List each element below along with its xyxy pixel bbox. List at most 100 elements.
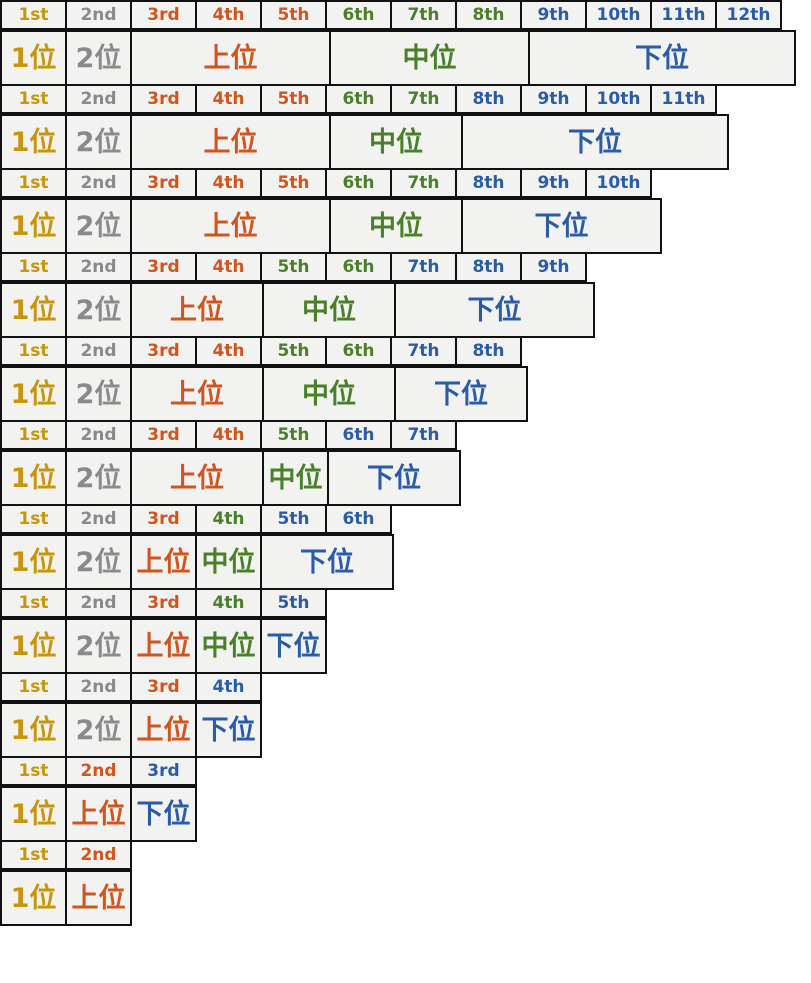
tier-cell: 中位 bbox=[195, 618, 262, 674]
ordinal-cell: 2nd bbox=[65, 420, 132, 450]
tier-cell: 1位 bbox=[0, 534, 67, 590]
ranking-block-4: 1st 2nd 3rd 4th 1位 2位 上位 下位 bbox=[0, 672, 811, 758]
ordinal-cell: 5th bbox=[260, 420, 327, 450]
ordinal-cell: 6th bbox=[325, 168, 392, 198]
ranking-block-10: 1st 2nd 3rd 4th 5th 6th 7th 8th 9th 10th 1位 2位 上位 中位下… bbox=[0, 168, 811, 254]
ranking-block-5: 1st 2nd 3rd 4th 5th 1位 2位 上位 中位 下位 bbox=[0, 588, 811, 674]
ranking-block-12: 1st 2nd 3rd 4th 5th 6th 7th 8th 9th 10th 11th 12th 1… bbox=[0, 0, 811, 86]
ordinal-cell: 1st bbox=[0, 756, 67, 786]
ordinal-cell: 5th bbox=[260, 252, 327, 282]
ranking-block-7: 1st 2nd 3rd 4th 5th 6th 7th 1位 2位 上位 中位 下位 bbox=[0, 420, 811, 506]
tier-body-row: 1位 2位 上位 中位 下位 bbox=[0, 534, 811, 590]
ordinal-header-row: 1st 2nd 3rd 4th 5th 6th 7th 8th bbox=[0, 336, 811, 366]
ordinal-cell: 8th bbox=[455, 336, 522, 366]
ordinal-cell: 5th bbox=[260, 588, 327, 618]
tier-body-row: 1位 上位 下位 bbox=[0, 786, 811, 842]
ordinal-cell: 3rd bbox=[130, 168, 197, 198]
tier-cell: 上位 bbox=[130, 282, 264, 338]
tier-body-row: 1位 2位 上位 下位 bbox=[0, 702, 811, 758]
ordinal-cell: 3rd bbox=[130, 0, 197, 30]
ordinal-cell: 1st bbox=[0, 840, 67, 870]
tier-body-row: 1位 2位 上位 中位 下位 bbox=[0, 198, 811, 254]
ordinal-cell: 4th bbox=[195, 672, 262, 702]
tier-cell: 中位 bbox=[262, 450, 329, 506]
tier-cell: 1位 bbox=[0, 870, 67, 926]
ordinal-cell: 2nd bbox=[65, 588, 132, 618]
ordinal-cell: 7th bbox=[390, 168, 457, 198]
ordinal-header-row: 1st 2nd 3rd 4th 5th 6th 7th bbox=[0, 420, 811, 450]
ordinal-cell: 1st bbox=[0, 168, 67, 198]
ordinal-cell: 6th bbox=[325, 504, 392, 534]
ordinal-cell: 7th bbox=[390, 252, 457, 282]
ordinal-cell: 3rd bbox=[130, 84, 197, 114]
ordinal-cell: 5th bbox=[260, 168, 327, 198]
tier-body-row: 1位 上位 bbox=[0, 870, 811, 926]
tier-cell: 2位 bbox=[65, 198, 132, 254]
tier-cell: 2位 bbox=[65, 366, 132, 422]
ordinal-header-row: 1st 2nd 3rd 4th 5th 6th bbox=[0, 504, 811, 534]
ordinal-cell: 9th bbox=[520, 168, 587, 198]
ordinal-cell: 4th bbox=[195, 84, 262, 114]
ordinal-cell: 11th bbox=[650, 84, 717, 114]
ordinal-header-row: 1st 2nd bbox=[0, 840, 811, 870]
tier-cell: 上位 bbox=[65, 786, 132, 842]
tier-cell: 1位 bbox=[0, 450, 67, 506]
ordinal-cell: 4th bbox=[195, 504, 262, 534]
tier-cell: 1位 bbox=[0, 114, 67, 170]
tier-cell: 下位 bbox=[130, 786, 197, 842]
ordinal-cell: 2nd bbox=[65, 504, 132, 534]
tier-body-row: 1位 2位 上位 中位 下位 bbox=[0, 366, 811, 422]
ordinal-cell: 1st bbox=[0, 420, 67, 450]
ordinal-cell: 9th bbox=[520, 252, 587, 282]
ordinal-cell: 5th bbox=[260, 0, 327, 30]
ordinal-cell: 4th bbox=[195, 420, 262, 450]
ordinal-cell: 2nd bbox=[65, 252, 132, 282]
ordinal-header-row: 1st 2nd 3rd 4th 5th 6th 7th 8th 9th bbox=[0, 252, 811, 282]
ordinal-cell: 7th bbox=[390, 84, 457, 114]
ordinal-cell: 6th bbox=[325, 84, 392, 114]
tier-cell: 下位 bbox=[195, 702, 262, 758]
ordinal-header-row: 1st 2nd 3rd 4th 5th bbox=[0, 588, 811, 618]
ordinal-header-row: 1st 2nd 3rd 4th 5th 6th 7th 8th 9th 10th 11th 12th bbox=[0, 0, 811, 30]
ranking-block-3: 1st 2nd 3rd 1位 上位 下位 bbox=[0, 756, 811, 842]
ranking-tier-chart: 1st 2nd 3rd 4th 5th 6th 7th 8th 9th 10th 11th 12th 1… bbox=[0, 0, 811, 983]
ordinal-cell: 3rd bbox=[130, 756, 197, 786]
tier-cell: 上位 bbox=[130, 366, 264, 422]
tier-cell: 中位 bbox=[329, 198, 463, 254]
tier-cell: 1位 bbox=[0, 786, 67, 842]
ordinal-header-row: 1st 2nd 3rd bbox=[0, 756, 811, 786]
ordinal-cell: 1st bbox=[0, 672, 67, 702]
ordinal-cell: 2nd bbox=[65, 168, 132, 198]
tier-cell: 下位 bbox=[394, 366, 528, 422]
ordinal-cell: 6th bbox=[325, 0, 392, 30]
tier-cell: 下位 bbox=[260, 618, 327, 674]
ordinal-cell: 5th bbox=[260, 504, 327, 534]
ordinal-header-row: 1st 2nd 3rd 4th 5th 6th 7th 8th 9th 10th bbox=[0, 168, 811, 198]
ordinal-cell: 8th bbox=[455, 0, 522, 30]
tier-cell: 2位 bbox=[65, 450, 132, 506]
tier-body-row: 1位 2位 上位 中位 下位 bbox=[0, 30, 811, 86]
ordinal-cell: 1st bbox=[0, 504, 67, 534]
tier-cell: 下位 bbox=[461, 198, 662, 254]
ordinal-cell: 12th bbox=[715, 0, 782, 30]
tier-cell: 中位 bbox=[195, 534, 262, 590]
tier-cell: 中位 bbox=[262, 282, 396, 338]
ordinal-cell: 3rd bbox=[130, 504, 197, 534]
ordinal-cell: 2nd bbox=[65, 336, 132, 366]
ordinal-cell: 3rd bbox=[130, 420, 197, 450]
tier-cell: 上位 bbox=[130, 198, 331, 254]
tier-cell: 上位 bbox=[130, 30, 331, 86]
ordinal-cell: 11th bbox=[650, 0, 717, 30]
ordinal-cell: 1st bbox=[0, 336, 67, 366]
tier-cell: 1位 bbox=[0, 198, 67, 254]
ordinal-cell: 6th bbox=[325, 252, 392, 282]
tier-cell: 中位 bbox=[329, 114, 463, 170]
ranking-block-9: 1st 2nd 3rd 4th 5th 6th 7th 8th 9th 1位 2位 上位 中位 下位 bbox=[0, 252, 811, 338]
tier-cell: 上位 bbox=[65, 870, 132, 926]
ordinal-cell: 10th bbox=[585, 84, 652, 114]
ordinal-cell: 7th bbox=[390, 336, 457, 366]
ordinal-header-row: 1st 2nd 3rd 4th bbox=[0, 672, 811, 702]
ordinal-cell: 3rd bbox=[130, 252, 197, 282]
tier-cell: 2位 bbox=[65, 534, 132, 590]
tier-cell: 下位 bbox=[461, 114, 729, 170]
